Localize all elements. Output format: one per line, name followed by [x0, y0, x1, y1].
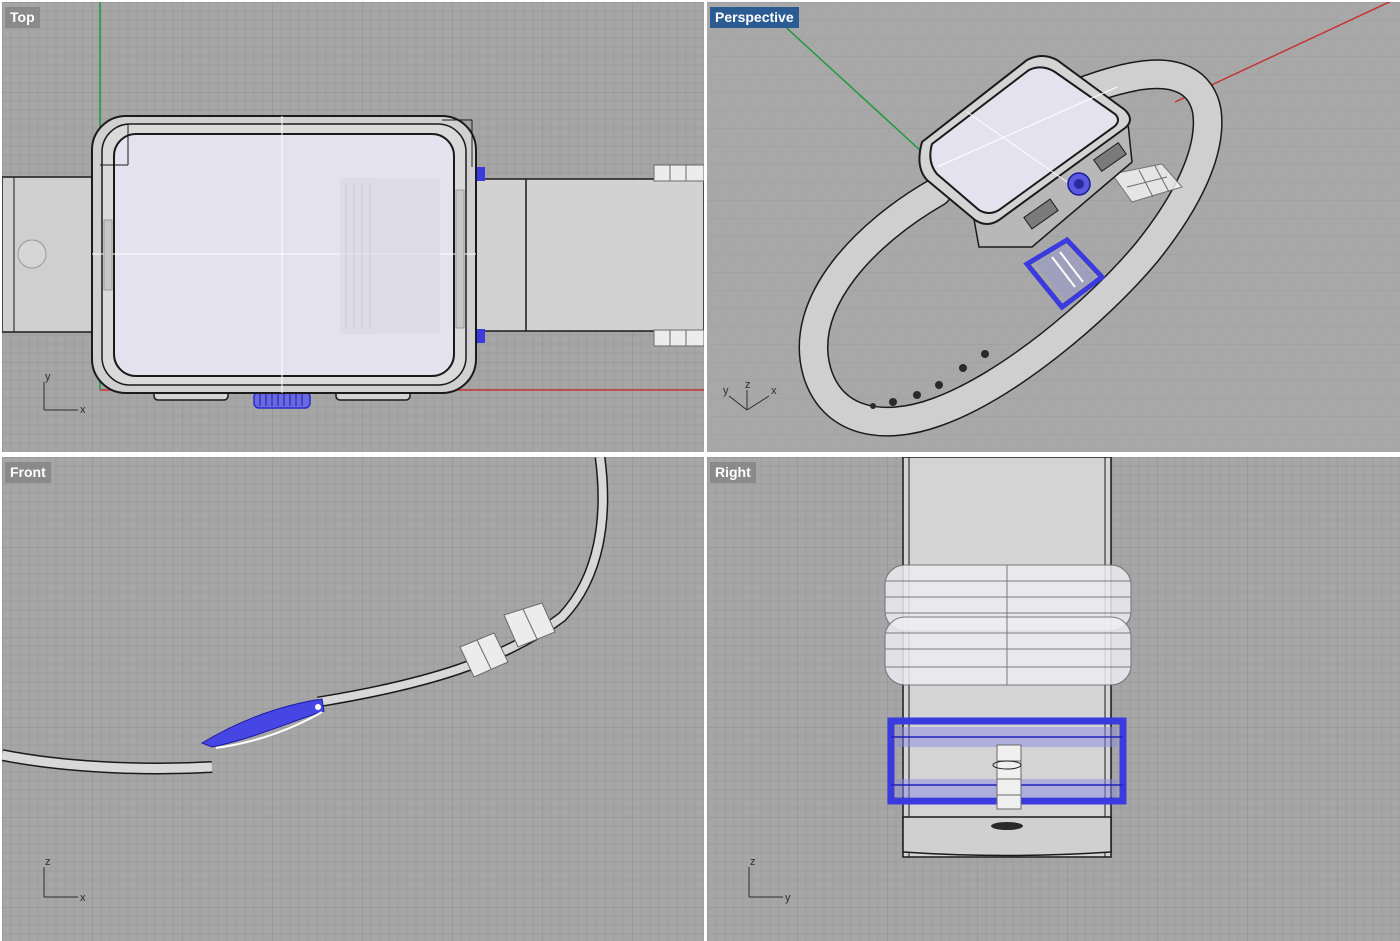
digital-crown[interactable]: [253, 391, 311, 409]
front-viewport-title[interactable]: Front: [5, 462, 51, 483]
viewport-layout: y x Top y z x Perspective z x Front z y …: [0, 0, 1400, 941]
left-strap[interactable]: [2, 176, 103, 333]
axis-label-y: y: [723, 385, 729, 397]
right-viewport-canvas[interactable]: z y: [707, 457, 1400, 941]
watch-case[interactable]: [91, 115, 477, 394]
top-viewport-title[interactable]: Top: [5, 7, 40, 28]
perspective-viewport-canvas[interactable]: y z x: [707, 2, 1400, 452]
axis-label-x: x: [80, 892, 86, 904]
axis-label-z: z: [750, 856, 756, 868]
axis-label-x: x: [80, 404, 86, 416]
axis-label-y: y: [45, 371, 51, 383]
axis-label-z: z: [45, 856, 51, 868]
strap-keeper-2[interactable]: [884, 616, 1132, 686]
right-strap[interactable]: [467, 164, 704, 347]
front-viewport-canvas[interactable]: z x: [2, 457, 704, 941]
right-viewport-title[interactable]: Right: [710, 462, 756, 483]
right-viewport[interactable]: z y Right: [707, 457, 1400, 941]
axis-label-z: z: [745, 379, 751, 391]
axis-label-y: y: [785, 892, 791, 904]
perspective-viewport-title[interactable]: Perspective: [710, 7, 799, 28]
perspective-viewport[interactable]: y z x Perspective: [707, 2, 1400, 452]
top-viewport-canvas[interactable]: y x: [2, 2, 704, 452]
top-viewport[interactable]: y x Top: [2, 2, 704, 452]
axis-label-x: x: [771, 385, 777, 397]
front-viewport[interactable]: z x Front: [2, 457, 704, 941]
